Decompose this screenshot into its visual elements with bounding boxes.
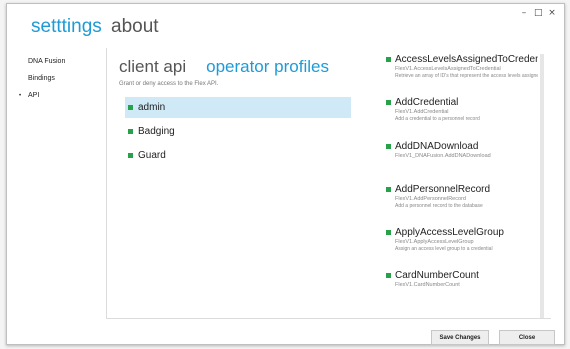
api-title-row: AccessLevelsAssignedToCredential — [386, 54, 538, 65]
api-description: Retrieve an array of ID's that represent… — [395, 73, 538, 79]
api-name: AddCredential — [395, 97, 459, 109]
about-tab[interactable]: about — [111, 16, 159, 38]
profile-item-badging[interactable]: Badging — [125, 121, 351, 142]
bullet-icon: • — [19, 93, 22, 99]
api-method: FlexV1.AddPersonnelRecord — [395, 195, 466, 202]
settings-title: setttings — [31, 16, 102, 37]
sidebar-item-label: Bindings — [28, 75, 55, 82]
api-name: ApplyAccessLevelGroup — [395, 227, 504, 239]
api-item[interactable]: AccessLevelsAssignedToCredential FlexV1.… — [386, 54, 538, 97]
sidebar-item-dna-fusion[interactable]: DNA Fusion — [19, 57, 99, 74]
api-item[interactable]: ApplyAccessLevelGroup FlexV1.ApplyAccess… — [386, 227, 538, 270]
sidebar-item-api[interactable]: • API — [19, 91, 99, 108]
settings-window: setttings about – □ × DNA Fusion Binding… — [6, 3, 565, 345]
api-description: Add a personnel record to the database — [395, 202, 483, 209]
sidebar-divider — [106, 48, 107, 318]
minimize-icon[interactable]: – — [520, 9, 528, 18]
api-item[interactable]: AddDNADownload FlexV1_DNAFusion.AddDNADo… — [386, 141, 538, 184]
api-title-row: AddPersonnelRecord — [386, 184, 538, 195]
tab-client-api[interactable]: client api — [119, 57, 186, 77]
green-square-icon — [386, 143, 391, 149]
profile-label: admin — [138, 102, 166, 113]
green-square-icon — [386, 57, 391, 62]
green-square-icon — [386, 186, 391, 192]
window-controls: – □ × — [520, 9, 556, 18]
green-square-icon — [386, 100, 391, 106]
api-permission-list: AccessLevelsAssignedToCredential FlexV1.… — [386, 54, 538, 319]
sidebar: DNA Fusion Bindings • API — [19, 57, 99, 108]
green-square-icon — [128, 153, 133, 158]
api-item[interactable]: AddPersonnelRecord FlexV1.AddPersonnelRe… — [386, 184, 538, 227]
header: setttings about – □ × — [7, 4, 564, 46]
sidebar-item-bindings[interactable]: Bindings — [19, 74, 99, 91]
sidebar-item-label: API — [28, 92, 40, 99]
maximize-icon[interactable]: □ — [534, 9, 543, 18]
profile-label: Badging — [138, 126, 175, 137]
main-content: client api operator profiles Grant or de… — [119, 57, 359, 161]
api-name: AddPersonnelRecord — [395, 183, 491, 195]
close-button[interactable]: Close — [499, 330, 555, 345]
api-method: FlexV1.ApplyAccessLevelGroup — [395, 239, 474, 246]
sidebar-item-label: DNA Fusion — [28, 58, 66, 65]
green-square-icon — [128, 129, 133, 134]
profile-item-guard[interactable]: Guard — [125, 145, 351, 166]
api-name: CardNumberCount — [395, 270, 479, 282]
api-title-row: ApplyAccessLevelGroup — [386, 227, 538, 238]
tab-bar: client api operator profiles — [119, 57, 359, 77]
api-title-row: AddCredential — [386, 97, 538, 108]
api-item[interactable]: CardNumberCount FlexV1.CardNumberCount — [386, 270, 538, 313]
api-name: AddDNADownload — [395, 140, 479, 152]
save-changes-button[interactable]: Save Changes — [431, 330, 489, 345]
api-title-row: AddDNADownload — [386, 141, 538, 152]
profile-label: Guard — [138, 150, 166, 161]
green-square-icon — [386, 230, 391, 236]
api-method: FlexV1_DNAFusion.AddDNADownload — [395, 152, 491, 159]
subtitle: Grant or deny access to the Flex API. — [119, 81, 219, 87]
footer-divider — [106, 318, 551, 319]
api-title-row: CardNumberCount — [386, 270, 538, 281]
close-icon[interactable]: × — [548, 9, 556, 18]
api-description: Assign an access level group to a creden… — [395, 246, 493, 253]
api-method: FlexV1.CardNumberCount — [395, 282, 460, 289]
green-square-icon — [386, 273, 391, 279]
green-square-icon — [128, 105, 133, 110]
api-method: FlexV1.AccessLevelsAssignedToCredential — [395, 66, 501, 72]
api-method: FlexV1.AddCredential — [395, 109, 449, 116]
api-description: Add a credential to a personnel record — [395, 116, 480, 123]
profile-item-admin[interactable]: admin — [125, 97, 351, 118]
profile-list: admin Badging Guard — [125, 97, 351, 169]
api-item[interactable]: AddCredential FlexV1.AddCredential Add a… — [386, 97, 538, 140]
tab-operator-profiles[interactable]: operator profiles — [206, 57, 329, 77]
api-list-scrollbar[interactable] — [540, 54, 544, 319]
api-name: AccessLevelsAssignedToCredential — [395, 54, 538, 65]
